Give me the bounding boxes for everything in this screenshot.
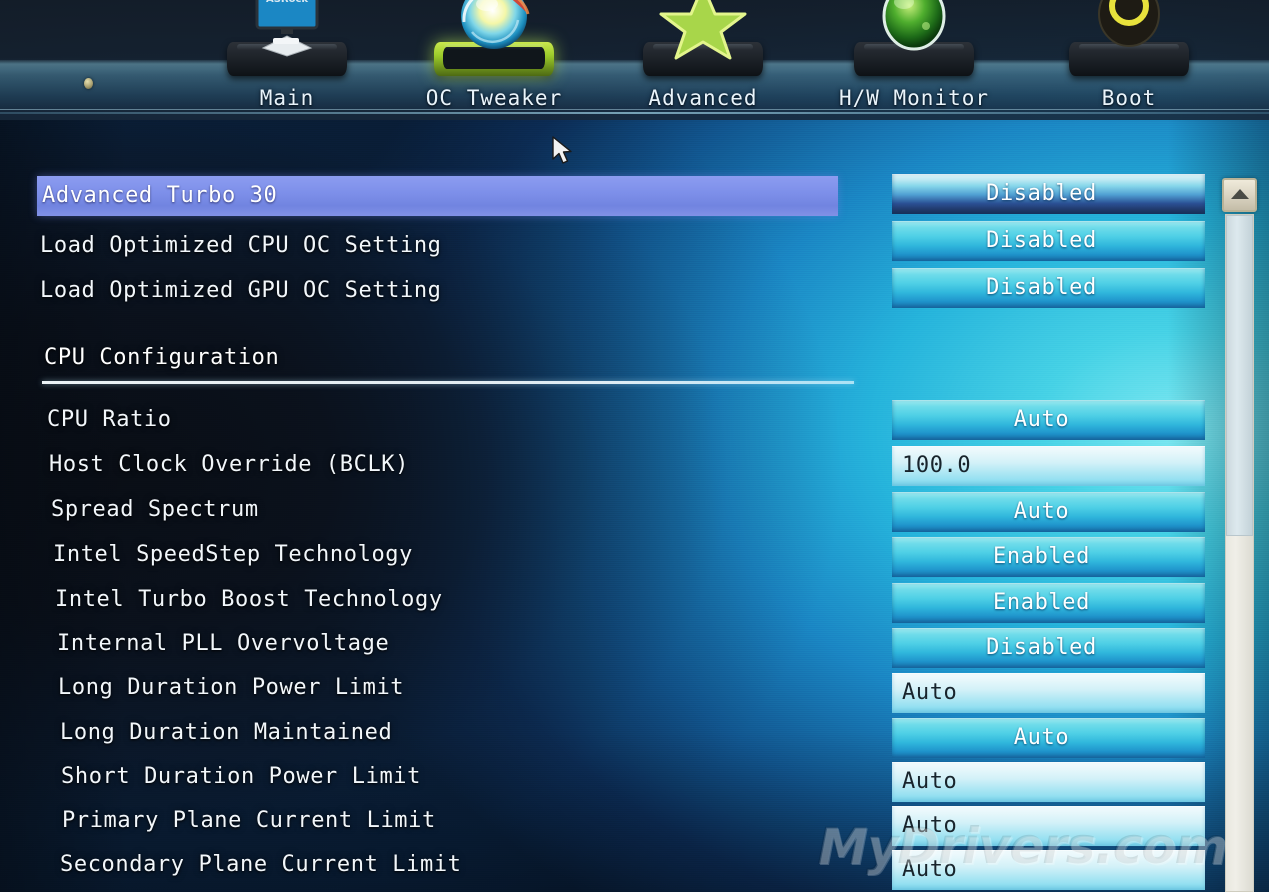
value-text-spread-spectrum: Auto (1013, 499, 1070, 524)
bios-setup-screen: ASRock Main (0, 0, 1269, 892)
value-text-host-clock-override: 100.0 (902, 453, 972, 478)
value-text-advanced-turbo-30: Disabled (986, 181, 1097, 206)
value-combo-cpu-ratio[interactable]: Auto (892, 400, 1205, 440)
value-field-long-duration-power-limit[interactable]: Auto (892, 673, 1205, 713)
scroll-up-button[interactable] (1222, 178, 1257, 212)
value-text-internal-pll-overvoltage: Disabled (986, 635, 1097, 660)
value-field-host-clock-override[interactable]: 100.0 (892, 446, 1205, 486)
value-combo-intel-speedstep[interactable]: Enabled (892, 537, 1205, 577)
value-text-intel-speedstep: Enabled (993, 544, 1090, 569)
scrollbar-track[interactable] (1225, 214, 1254, 892)
value-field-primary-plane-current-limit[interactable]: Auto (892, 806, 1205, 846)
value-text-long-duration-power-limit: Auto (902, 680, 958, 705)
value-text-secondary-plane-current-limit: Auto (902, 857, 958, 882)
scroll-up-arrow-icon (1230, 189, 1249, 199)
value-combo-spread-spectrum[interactable]: Auto (892, 492, 1205, 532)
value-combo-internal-pll-overvoltage[interactable]: Disabled (892, 628, 1205, 668)
vertical-scrollbar[interactable] (1222, 178, 1257, 892)
value-field-short-duration-power-limit[interactable]: Auto (892, 762, 1205, 802)
value-text-primary-plane-current-limit: Auto (902, 813, 958, 838)
value-text-short-duration-power-limit: Auto (902, 769, 958, 794)
value-combo-intel-turbo-boost[interactable]: Enabled (892, 583, 1205, 623)
value-text-load-optimized-gpu-oc: Disabled (986, 275, 1097, 300)
value-combo-load-optimized-gpu-oc[interactable]: Disabled (892, 268, 1205, 308)
value-combo-long-duration-maintained[interactable]: Auto (892, 718, 1205, 758)
value-combo-load-optimized-cpu-oc[interactable]: Disabled (892, 221, 1205, 261)
scrollbar-thumb[interactable] (1226, 215, 1253, 536)
value-field-secondary-plane-current-limit[interactable]: Auto (892, 850, 1205, 890)
value-combo-advanced-turbo-30[interactable]: Disabled (892, 174, 1205, 214)
settings-value-column: Disabled Disabled Disabled Auto 100.0 Au… (0, 0, 1269, 892)
mouse-pointer-icon (552, 136, 574, 168)
value-text-cpu-ratio: Auto (1013, 407, 1070, 432)
value-text-intel-turbo-boost: Enabled (993, 590, 1090, 615)
value-text-long-duration-maintained: Auto (1013, 725, 1070, 750)
value-text-load-optimized-cpu-oc: Disabled (986, 228, 1097, 253)
